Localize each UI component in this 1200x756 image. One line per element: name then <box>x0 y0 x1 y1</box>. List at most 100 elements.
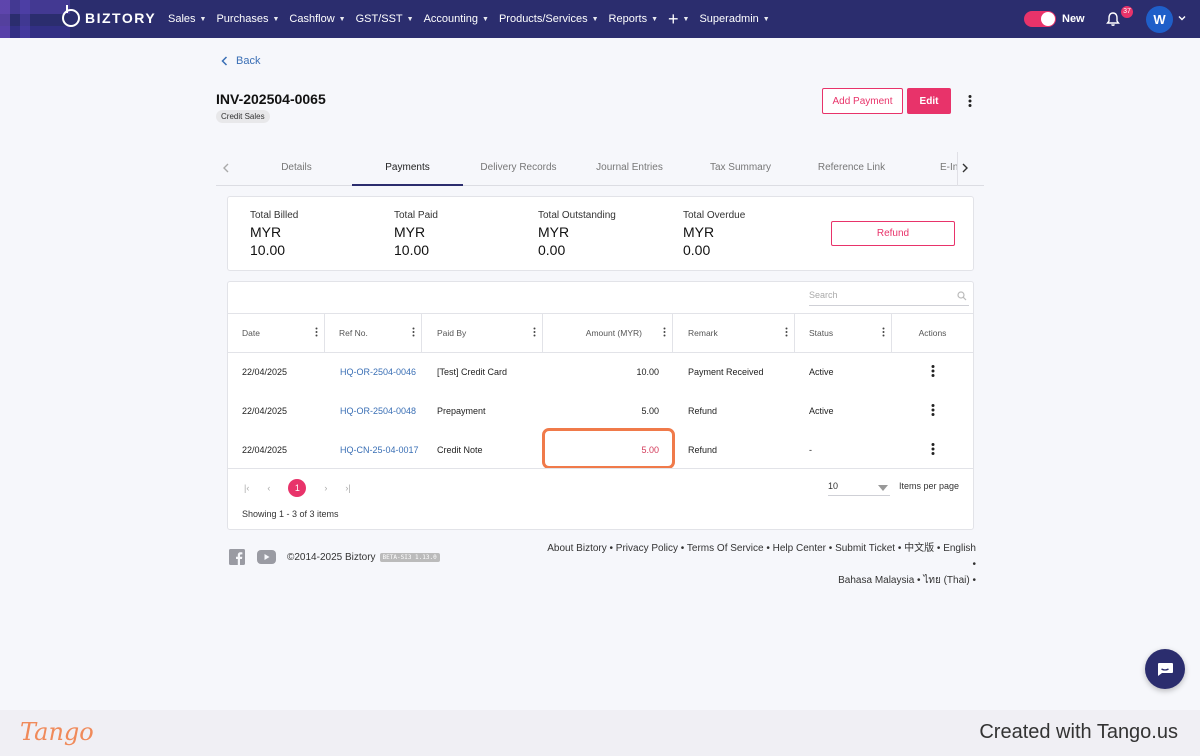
more-vertical-icon[interactable] <box>962 93 978 109</box>
column-header-remark[interactable]: Remark <box>673 314 795 352</box>
column-menu-icon[interactable] <box>785 327 788 337</box>
footer-links-line2[interactable]: Bahasa Malaysia • ไทย (Thai) • <box>546 573 976 589</box>
tab-reference-link[interactable]: Reference Link <box>796 162 907 173</box>
payments-table-card: Search Date Ref No. Paid By Amount (MYR)… <box>227 281 974 530</box>
cell-ref-link[interactable]: HQ-CN-25-04-0017 <box>340 430 419 469</box>
tab-payments[interactable]: Payments <box>352 162 463 173</box>
column-header-label: Date <box>242 328 260 338</box>
search-icon[interactable] <box>957 291 967 301</box>
chevron-down-icon: ▼ <box>272 15 280 23</box>
youtube-icon[interactable] <box>257 550 276 564</box>
toggle-switch[interactable] <box>1024 11 1056 27</box>
summary-currency: MYR <box>683 224 715 240</box>
next-page-icon[interactable]: › <box>324 483 327 493</box>
tango-logo: Tango <box>20 718 94 746</box>
search-input[interactable]: Search <box>809 288 969 306</box>
items-per-page-select[interactable]: 10 <box>828 478 890 496</box>
caret-down-icon <box>878 485 888 491</box>
pagination: |‹ ‹ 1 › ›| <box>244 479 369 497</box>
cell-remark: Payment Received <box>688 366 764 377</box>
tab-delivery-records[interactable]: Delivery Records <box>463 162 574 173</box>
column-header-paid-by[interactable]: Paid By <box>422 314 543 352</box>
summary-value: 0.00 <box>538 242 566 258</box>
column-header-label: Ref No. <box>339 328 368 338</box>
summary-value: 0.00 <box>683 242 711 258</box>
summary-total-billed: Total Billed MYR 10.00 <box>250 210 298 259</box>
chevron-left-icon[interactable] <box>222 162 230 174</box>
footer-links-line1[interactable]: About Biztory • Privacy Policy • Terms O… <box>546 541 976 573</box>
edit-button[interactable]: Edit <box>907 88 951 114</box>
column-header-amount[interactable]: Amount (MYR) <box>543 314 673 352</box>
showing-count: Showing 1 - 3 of 3 items <box>242 509 339 519</box>
column-menu-icon[interactable] <box>533 327 536 337</box>
tab-e-invoice[interactable]: E-Inv <box>907 162 957 173</box>
more-vertical-icon[interactable] <box>927 402 939 418</box>
chevron-down-icon[interactable] <box>1177 13 1187 23</box>
chevron-right-icon[interactable] <box>961 162 969 174</box>
items-per-page-value: 10 <box>828 481 839 491</box>
page-button-current[interactable]: 1 <box>288 479 307 497</box>
cell-date: 22/04/2025 <box>242 405 288 416</box>
summary-label: Total Paid <box>394 210 438 221</box>
chat-icon <box>1158 663 1173 676</box>
summary-currency: MYR <box>250 224 282 240</box>
column-menu-icon[interactable] <box>663 327 666 337</box>
menu-gst-sst[interactable]: GST/SST ▼ <box>356 13 414 25</box>
summary-currency: MYR <box>394 224 426 240</box>
tango-credit: Created with Tango.us <box>979 721 1178 743</box>
chat-support-button[interactable] <box>1145 649 1185 689</box>
cell-ref-link[interactable]: HQ-OR-2504-0046 <box>340 352 416 391</box>
add-payment-button[interactable]: Add Payment <box>822 88 903 114</box>
refund-button[interactable]: Refund <box>831 221 955 246</box>
cell-remark: Refund <box>688 405 718 416</box>
column-menu-icon[interactable] <box>412 327 415 337</box>
tab-details[interactable]: Details <box>241 162 352 173</box>
chevron-down-icon: ▼ <box>591 15 599 23</box>
menu-accounting[interactable]: Accounting ▼ <box>424 13 489 25</box>
column-menu-icon[interactable] <box>882 327 885 337</box>
menu-purchases[interactable]: Purchases ▼ <box>216 13 279 25</box>
cell-amount: 5.00 <box>641 405 659 416</box>
brand-name: BIZTORY <box>85 10 157 26</box>
footer-links[interactable]: About Biztory • Privacy Policy • Terms O… <box>546 541 976 589</box>
column-header-date[interactable]: Date <box>228 314 325 352</box>
tab-tax-summary[interactable]: Tax Summary <box>685 162 796 173</box>
table-row: 22/04/2025 HQ-OR-2504-0046 [Test] Credit… <box>228 352 973 391</box>
menu-reports[interactable]: Reports ▼ <box>609 13 658 25</box>
menu-purchases-label: Purchases <box>216 13 269 25</box>
column-menu-icon[interactable] <box>315 327 318 337</box>
menu-superadmin[interactable]: Superadmin ▼ <box>699 13 769 25</box>
bell-icon[interactable] <box>1105 11 1121 27</box>
menu-cashflow[interactable]: Cashflow ▼ <box>289 13 345 25</box>
menu-quick-add[interactable]: + ▼ <box>668 10 689 28</box>
column-header-status[interactable]: Status <box>795 314 892 352</box>
previous-page-icon[interactable]: ‹ <box>267 483 270 493</box>
avatar[interactable]: W <box>1146 6 1173 33</box>
new-ui-toggle[interactable]: New <box>1024 11 1085 27</box>
menu-products-services-label: Products/Services <box>498 13 588 25</box>
biztory-logo-icon <box>62 5 80 27</box>
table-header: Date Ref No. Paid By Amount (MYR) Remark… <box>228 313 973 353</box>
first-page-icon[interactable]: |‹ <box>244 483 249 493</box>
brand-pixel-decoration <box>0 0 70 38</box>
menu-cashflow-label: Cashflow <box>289 13 335 25</box>
more-vertical-icon[interactable] <box>927 441 939 457</box>
brand-logo[interactable]: BIZTORY <box>62 5 157 27</box>
items-per-page-label: Items per page <box>899 481 960 491</box>
last-page-icon[interactable]: ›| <box>345 483 350 493</box>
back-link[interactable]: Back <box>221 55 260 67</box>
tab-journal-entries[interactable]: Journal Entries <box>574 162 685 173</box>
facebook-icon[interactable] <box>229 549 245 565</box>
menu-products-services[interactable]: Products/Services ▼ <box>499 13 599 25</box>
plus-icon: + <box>668 9 679 29</box>
cell-date: 22/04/2025 <box>242 444 288 455</box>
chevron-down-icon: ▼ <box>762 15 770 23</box>
menu-sales[interactable]: Sales ▼ <box>168 13 206 25</box>
tab-bar: Details Payments Delivery Records Journa… <box>216 152 984 186</box>
chevron-down-icon: ▼ <box>482 15 489 23</box>
cell-ref-link[interactable]: HQ-OR-2504-0048 <box>340 391 416 430</box>
social-links <box>229 549 276 565</box>
notification-badge: 37 <box>1121 6 1133 18</box>
column-header-ref-no[interactable]: Ref No. <box>325 314 422 352</box>
more-vertical-icon[interactable] <box>927 363 939 379</box>
